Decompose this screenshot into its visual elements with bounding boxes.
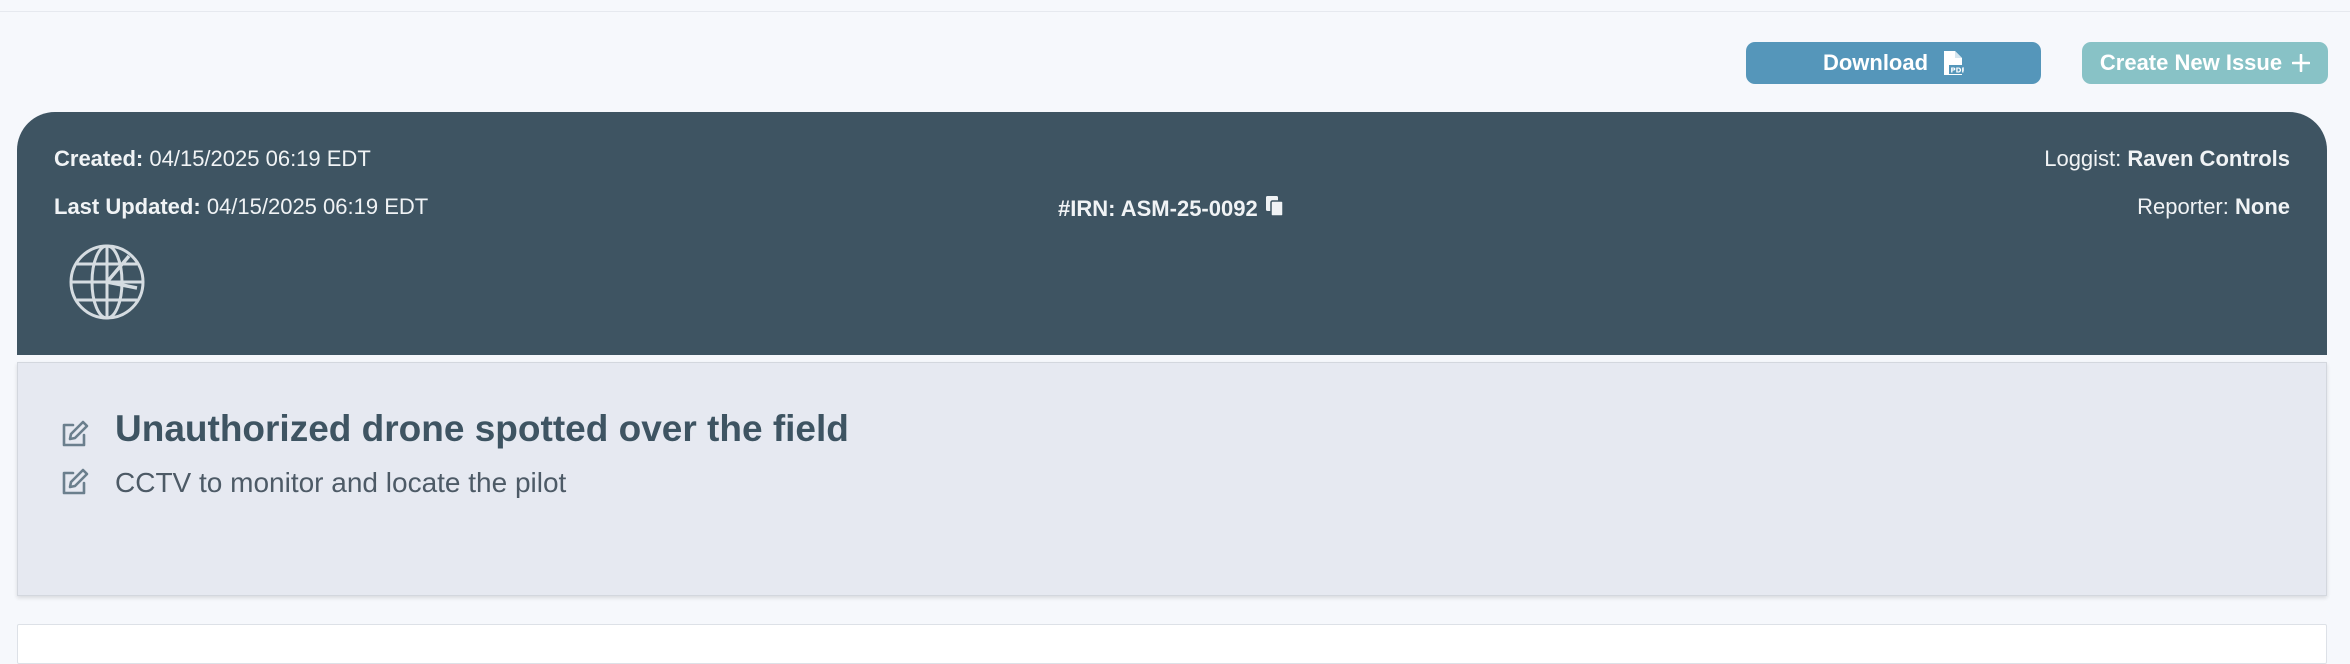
loggist-label: Loggist: [2044,146,2122,171]
create-button-label: Create New Issue [2099,50,2283,75]
last-updated-info: Last Updated: 04/15/2025 06:19 EDT [54,194,428,220]
download-button-label: Download [1822,50,1929,75]
issue-title-panel: Unauthorized drone spotted over the fiel… [17,362,2327,596]
reporter-info: Reporter: None [2137,194,2290,220]
issue-description[interactable]: CCTV to monitor and locate the pilot [115,467,566,499]
created-value: 04/15/2025 06:19 EDT [149,146,371,171]
issue-title[interactable]: Unauthorized drone spotted over the fiel… [115,408,849,450]
edit-title-icon[interactable] [59,419,89,449]
loggist-value: Raven Controls [2127,146,2290,171]
details-card [17,624,2327,664]
edit-description-icon[interactable] [59,467,89,497]
irn-info: #IRN: ASM-25-0092 [1058,194,1286,224]
top-divider [0,11,2350,12]
reporter-value: None [2235,194,2290,219]
last-updated-value: 04/15/2025 06:19 EDT [206,194,429,219]
plus-icon [2292,54,2311,72]
loggist-info: Loggist: Raven Controls [2044,146,2290,172]
last-updated-label: Last Updated: [54,194,201,219]
pdf-file-icon: PDF [1942,50,1965,76]
copy-icon[interactable] [1264,194,1286,224]
reporter-label: Reporter: [2137,194,2229,219]
create-new-issue-button[interactable]: Create New Issue [2082,42,2328,84]
irn-text: #IRN: ASM-25-0092 [1058,196,1258,221]
svg-text:PDF: PDF [1951,67,1965,75]
globe-clock-icon [67,242,147,322]
issue-header-panel: Created: 04/15/2025 06:19 EDT Last Updat… [17,112,2327,355]
download-button[interactable]: Download PDF [1746,42,2041,84]
created-label: Created: [54,146,144,171]
created-info: Created: 04/15/2025 06:19 EDT [54,146,371,172]
